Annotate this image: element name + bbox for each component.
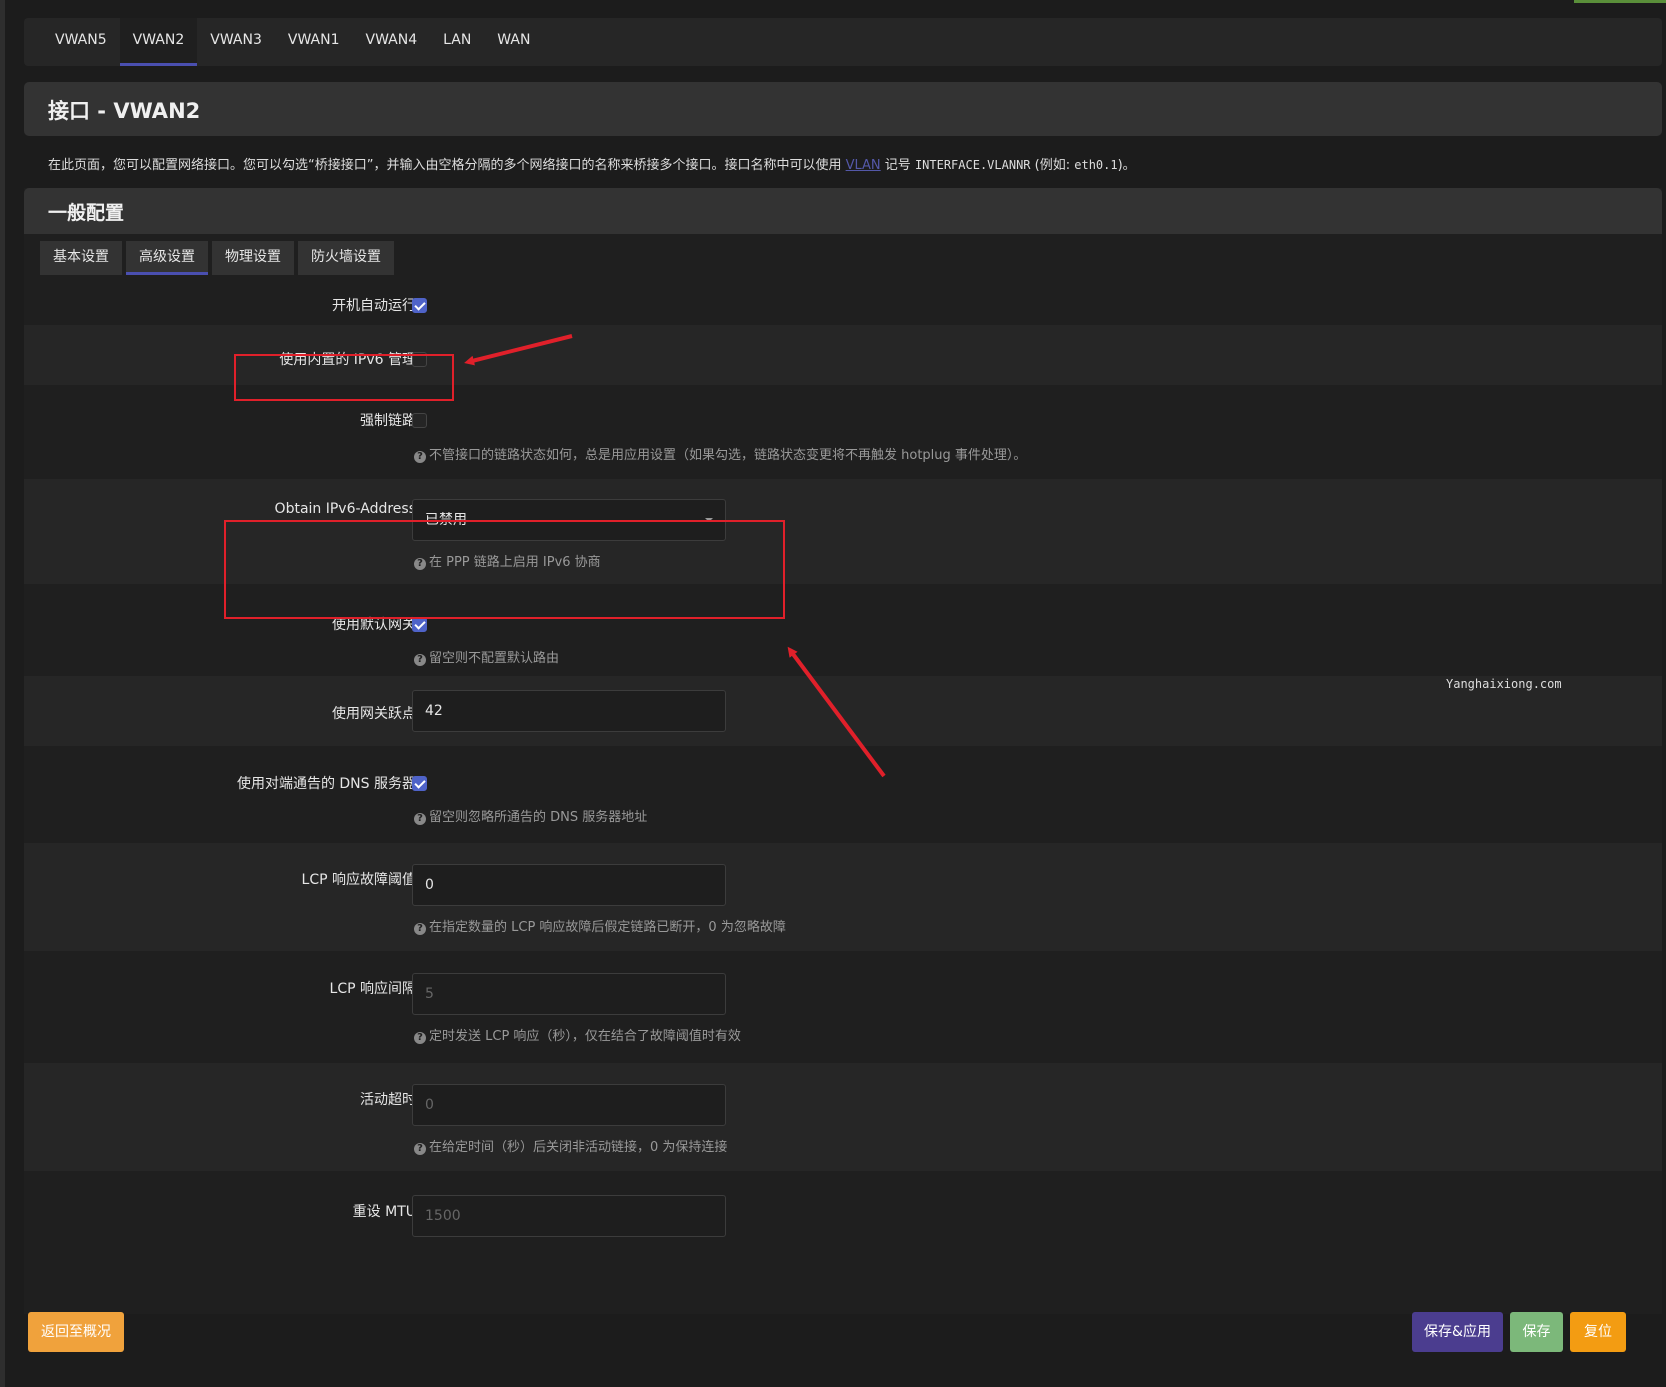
save-button[interactable]: 保存 [1510,1312,1563,1352]
annotation-arrows [464,334,886,778]
arrow-to-builtin-ipv6 [464,334,573,366]
arrow-to-obtain-ipv6 [787,646,886,778]
reset-button[interactable]: 复位 [1570,1312,1626,1352]
back-to-overview-button[interactable]: 返回至概况 [28,1312,124,1352]
save-apply-button[interactable]: 保存&应用 [1412,1312,1503,1352]
